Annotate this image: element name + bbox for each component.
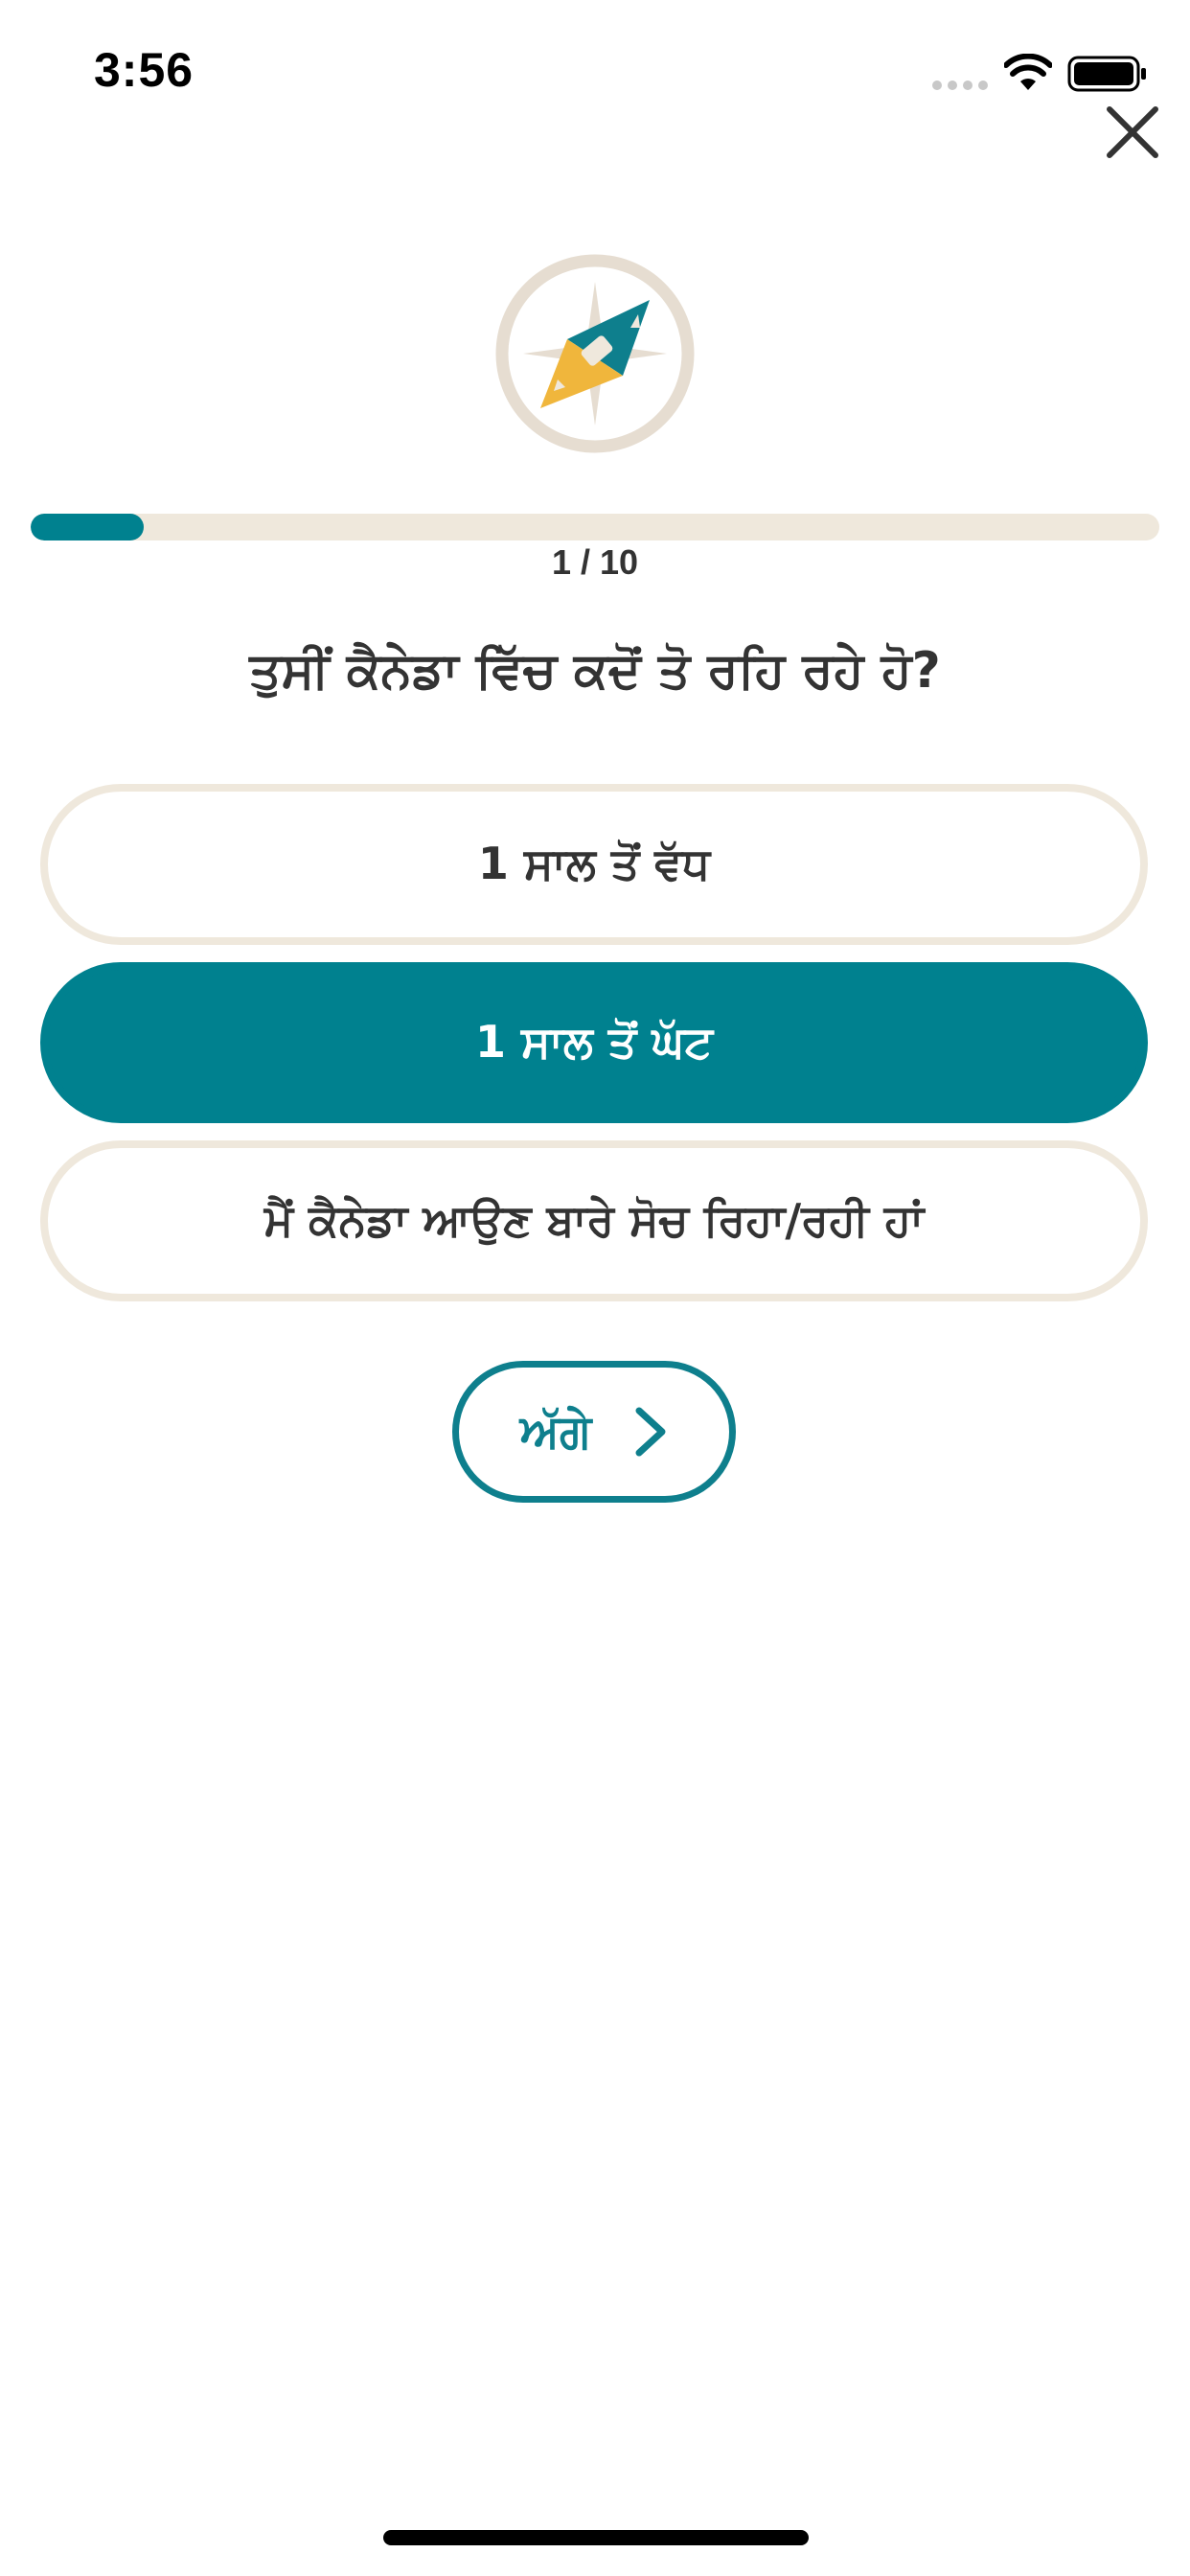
close-icon (1107, 106, 1158, 158)
progress-fill (31, 514, 144, 540)
answer-option-thinking-of-coming[interactable]: ਮੈਂ ਕੈਨੇਡਾ ਆਉਣ ਬਾਰੇ ਸੋਚ ਰਿਹਾ/ਰਹੀ ਹਾਂ (40, 1140, 1148, 1301)
close-button[interactable] (1100, 100, 1165, 165)
status-time: 3:56 (94, 43, 195, 97)
next-button[interactable]: ਅੱਗੇ (452, 1361, 736, 1503)
wifi-icon (1004, 54, 1052, 90)
progress-bar (31, 514, 1159, 540)
question-text: ਤੁਸੀਂ ਕੈਨੇਡਾ ਵਿੱਚ ਕਦੋਂ ਤੋ ਰਹਿ ਰਹੇ ਹੋ? (249, 642, 941, 700)
answer-option-less-than-1-year[interactable]: 1 ਸਾਲ ਤੋਂ ਘੱਟ (40, 962, 1148, 1123)
chevron-right-icon (635, 1407, 666, 1457)
next-button-label: ਅੱਗੇ (519, 1404, 592, 1459)
answer-option-more-than-1-year[interactable]: 1 ਸਾਲ ਤੋਂ ਵੱਧ (40, 784, 1148, 945)
progress-label: 1 / 10 (551, 542, 639, 582)
cellular-signal-icon (932, 80, 988, 90)
compass-icon (495, 254, 695, 453)
home-indicator (383, 2530, 809, 2545)
battery-icon (1067, 56, 1146, 92)
status-bar: 3:56 (0, 0, 1190, 144)
